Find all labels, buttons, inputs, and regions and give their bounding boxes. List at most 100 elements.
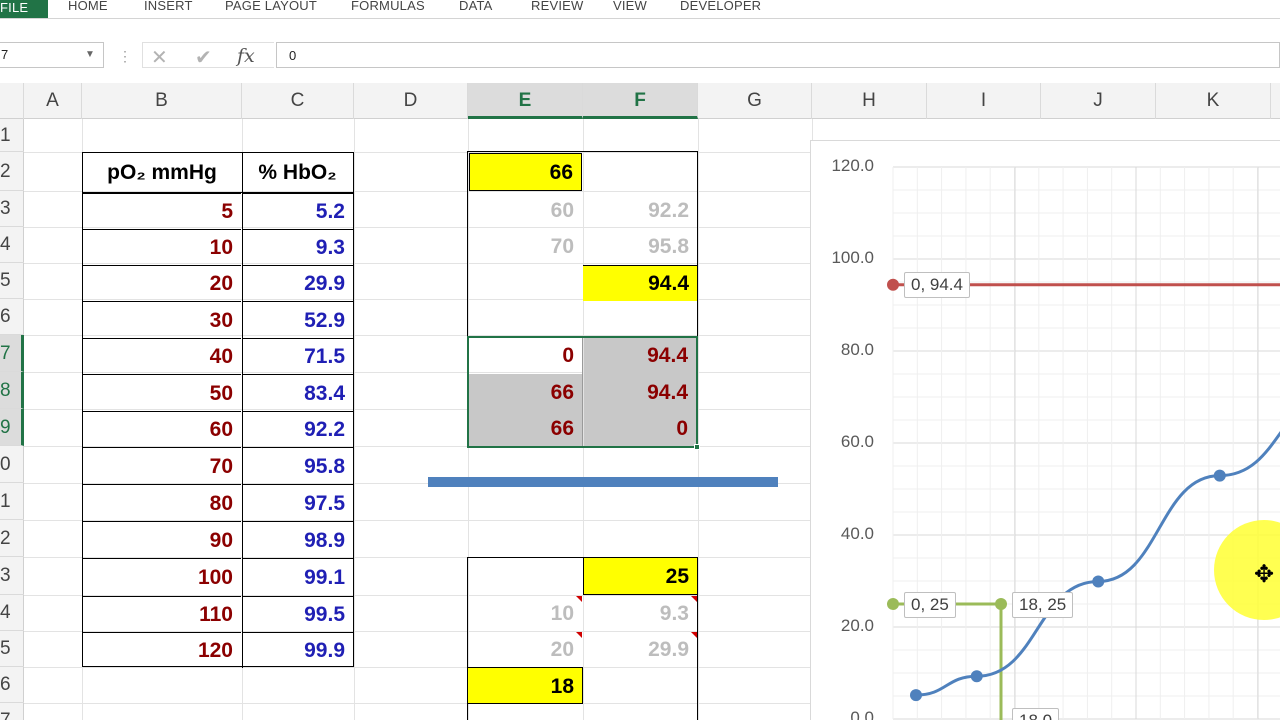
comment-marker[interactable] <box>576 632 582 638</box>
tab-review[interactable]: REVIEW <box>531 0 583 13</box>
cancel-icon[interactable]: ✕ <box>151 45 168 70</box>
insert-function-icon[interactable]: fx <box>237 45 255 67</box>
cell-po2[interactable]: 10 <box>83 229 241 265</box>
row-header[interactable]: 3 <box>0 191 24 227</box>
column-header-d[interactable]: D <box>354 83 468 119</box>
cell-e4[interactable]: 70 <box>469 229 582 265</box>
cell-hbo2[interactable]: 99.1 <box>242 558 353 596</box>
cell-po2[interactable]: 40 <box>83 338 241 374</box>
cell-hbo2[interactable]: 92.2 <box>242 411 353 447</box>
column-header-e[interactable]: E <box>468 83 583 119</box>
cell-hbo2[interactable]: 71.5 <box>242 338 353 374</box>
cell-po2[interactable]: 5 <box>83 193 241 229</box>
cell-e8[interactable]: 66 <box>469 374 582 411</box>
cell-po2[interactable]: 100 <box>83 558 241 596</box>
row-header[interactable]: 4 <box>0 227 24 263</box>
row-header[interactable]: 1 <box>0 119 24 152</box>
cell-hbo2[interactable]: 97.5 <box>242 484 353 521</box>
row-header[interactable]: 6 <box>0 299 24 335</box>
cell-f15[interactable]: 29.9 <box>584 632 697 667</box>
data-label-red[interactable]: 0, 94.4 <box>904 272 970 298</box>
data-label-green-right[interactable]: 18, 25 <box>1012 592 1074 618</box>
fill-handle[interactable] <box>694 444 700 450</box>
cell-hbo2[interactable]: 83.4 <box>242 374 353 411</box>
cell-hbo2[interactable]: 99.5 <box>242 596 353 632</box>
cell-e7[interactable]: 0 <box>469 338 582 374</box>
cell-po2[interactable]: 80 <box>83 484 241 521</box>
data-label-bottom[interactable]: 18.0 <box>1012 708 1060 720</box>
tab-file[interactable]: FILE <box>0 0 48 18</box>
cell-hbo2[interactable]: 52.9 <box>242 301 353 338</box>
row-header[interactable]: 2 <box>0 152 24 191</box>
cell-f3[interactable]: 92.2 <box>584 193 697 229</box>
name-box[interactable]: 7 ▼ <box>0 42 104 68</box>
row-header[interactable]: 6 <box>0 667 24 703</box>
cell-hbo2[interactable]: 99.9 <box>242 632 353 667</box>
cell-po2[interactable]: 70 <box>83 447 241 484</box>
enter-icon[interactable]: ✔ <box>195 45 212 70</box>
cell-f8[interactable]: 94.4 <box>584 374 696 411</box>
column-header-f[interactable]: F <box>583 83 698 119</box>
blue-shape[interactable] <box>428 477 778 487</box>
cell-e15[interactable]: 20 <box>469 632 582 667</box>
cell-po2[interactable]: 30 <box>83 301 241 338</box>
cell-po2[interactable]: 120 <box>83 632 241 667</box>
row-header[interactable]: 3 <box>0 557 24 595</box>
cell-po2[interactable]: 50 <box>83 374 241 411</box>
column-header-j[interactable]: J <box>1041 83 1156 119</box>
cell-e2[interactable]: 66 <box>469 153 582 191</box>
tab-insert[interactable]: INSERT <box>144 0 193 13</box>
chart-area[interactable] <box>810 140 1280 720</box>
cell-f9[interactable]: 0 <box>584 411 696 446</box>
column-header-h[interactable]: H <box>812 83 927 119</box>
row-header[interactable]: 1 <box>0 483 24 520</box>
column-header-i[interactable]: I <box>927 83 1041 119</box>
select-all-corner[interactable] <box>0 83 24 119</box>
resize-handle-icon[interactable]: ⋮ <box>118 48 132 65</box>
row-header[interactable]: 7 <box>0 703 24 720</box>
formula-input[interactable]: 0 <box>276 42 1280 68</box>
row-header[interactable]: 5 <box>0 631 24 667</box>
row-header[interactable]: 7 <box>0 335 24 372</box>
cell-e16[interactable]: 18 <box>468 667 583 704</box>
column-header-a[interactable]: A <box>24 83 82 119</box>
cell-f14[interactable]: 9.3 <box>584 596 697 632</box>
tab-view[interactable]: VIEW <box>613 0 647 13</box>
cell-hbo2[interactable]: 5.2 <box>242 193 353 229</box>
data-label-green-left[interactable]: 0, 25 <box>904 592 956 618</box>
cell-hbo2[interactable]: 9.3 <box>242 229 353 265</box>
column-header-c[interactable]: C <box>242 83 354 119</box>
cell-hbo2[interactable]: 95.8 <box>242 447 353 484</box>
chevron-down-icon[interactable]: ▼ <box>85 49 95 60</box>
tab-home[interactable]: HOME <box>68 0 108 13</box>
cell-f7[interactable]: 94.4 <box>584 338 696 374</box>
cell-hbo2[interactable]: 98.9 <box>242 521 353 558</box>
cell-e14[interactable]: 10 <box>469 596 582 632</box>
column-header-k[interactable]: K <box>1156 83 1271 119</box>
row-header[interactable]: 4 <box>0 595 24 631</box>
tab-developer[interactable]: DEVELOPER <box>680 0 761 13</box>
comment-marker[interactable] <box>576 596 582 602</box>
tab-data[interactable]: DATA <box>459 0 493 13</box>
row-header[interactable]: 2 <box>0 520 24 557</box>
column-header-b[interactable]: B <box>82 83 242 119</box>
cell-e3[interactable]: 60 <box>469 193 582 229</box>
row-header[interactable]: 8 <box>0 372 24 409</box>
cell-e9[interactable]: 66 <box>469 411 582 446</box>
cell-po2[interactable]: 90 <box>83 521 241 558</box>
row-header[interactable]: 0 <box>0 446 24 483</box>
cell-hbo2[interactable]: 29.9 <box>242 265 353 301</box>
column-header-g[interactable]: G <box>698 83 812 119</box>
cell-po2[interactable]: 60 <box>83 411 241 447</box>
cell-po2[interactable]: 20 <box>83 265 241 301</box>
cell-po2[interactable]: 110 <box>83 596 241 632</box>
cell-f5[interactable]: 94.4 <box>583 265 697 301</box>
row-header[interactable]: 5 <box>0 263 24 299</box>
row-header[interactable]: 9 <box>0 409 24 446</box>
comment-marker[interactable] <box>691 632 697 638</box>
comment-marker[interactable] <box>691 596 697 602</box>
cell-f13[interactable]: 25 <box>583 558 697 595</box>
cell-f4[interactable]: 95.8 <box>584 229 697 265</box>
tab-formulas[interactable]: FORMULAS <box>351 0 425 13</box>
tab-page-layout[interactable]: PAGE LAYOUT <box>225 0 317 13</box>
